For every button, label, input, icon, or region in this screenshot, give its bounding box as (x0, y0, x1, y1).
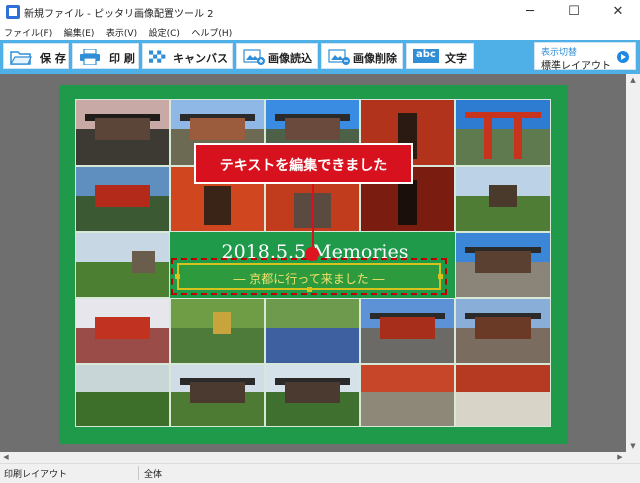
scroll-left-icon[interactable]: ◀ (0, 452, 12, 463)
save-label: 保 存 (40, 52, 66, 65)
scroll-up-icon[interactable]: ▲ (626, 74, 640, 86)
photo-forest[interactable] (75, 364, 170, 427)
image-delete-label: 画像削除 (353, 52, 397, 65)
callout-pointer-line (312, 182, 314, 250)
status-bar: 印刷レイアウト 全体 (0, 463, 640, 483)
photo-rock-garden[interactable] (455, 364, 551, 427)
text-button[interactable]: abc 文字 (406, 43, 474, 69)
horizontal-scrollbar[interactable]: ◀ ▶ (0, 452, 626, 463)
status-zoom: 全体 (144, 470, 163, 480)
view-mode-label: 標準レイアウト (541, 61, 611, 72)
callout-banner: テキストを編集できました (194, 143, 413, 184)
checker-icon (149, 50, 166, 63)
vertical-scrollbar[interactable]: ▲ ▼ (626, 74, 640, 452)
status-layout-mode: 印刷レイアウト (4, 470, 68, 480)
minimize-button[interactable]: ─ (508, 0, 552, 24)
image-delete-button[interactable]: 画像削除 (321, 43, 403, 69)
photo-kinkakuji[interactable] (170, 298, 265, 364)
play-icon (617, 51, 629, 63)
app-icon (6, 5, 20, 19)
abc-icon-label: abc (416, 49, 436, 60)
print-label: 印 刷 (109, 52, 135, 65)
printer-icon (80, 49, 100, 65)
photo-kiyomizu-1[interactable] (170, 364, 265, 427)
abc-icon: abc (413, 49, 439, 63)
menu-settings[interactable]: 設定(C) (145, 24, 184, 39)
photo-kitano-shrine[interactable] (455, 298, 551, 364)
menu-file[interactable]: ファイル(F) (0, 24, 56, 39)
photo-temple-gate[interactable] (455, 232, 551, 298)
photo-pagoda-garden[interactable] (455, 166, 551, 232)
photo-iris-pond[interactable] (265, 298, 360, 364)
photo-torii-gate[interactable] (455, 99, 551, 166)
photo-garden-hill[interactable] (75, 232, 170, 298)
photo-autumn-garden[interactable] (360, 364, 455, 427)
caption-text-box[interactable]: ― 京都に行って来ました ― (177, 263, 441, 290)
resize-handle-bottom[interactable] (307, 287, 312, 292)
canvas-label: キャンバス (173, 52, 228, 65)
menu-help[interactable]: ヘルプ(H) (187, 24, 236, 39)
window-title: 新規ファイル - ピッタリ画像配置ツール 2 (24, 9, 214, 20)
close-button[interactable]: ✕ (596, 0, 640, 24)
print-canvas[interactable]: 2018.5.5 Memories ― 京都に行って来ました ― テキストを編集… (59, 85, 568, 444)
photo-byodoin-1[interactable] (75, 99, 170, 166)
menu-view[interactable]: 表示(V) (102, 24, 141, 39)
scroll-down-icon[interactable]: ▼ (626, 440, 640, 452)
status-divider (138, 466, 139, 480)
toolbar: 保 存 印 刷 キャンバス 画像読込 画像削除 abc 文字 表示切替 標準レイ… (0, 40, 640, 74)
photo-shrine-hall[interactable] (360, 298, 455, 364)
resize-handle-right[interactable] (438, 274, 443, 279)
photo-kiyomizu-2[interactable] (265, 364, 360, 427)
image-read-label: 画像読込 (268, 52, 312, 65)
maximize-button[interactable]: ☐ (552, 0, 596, 24)
image-read-button[interactable]: 画像読込 (236, 43, 318, 69)
image-remove-icon (328, 49, 350, 65)
scroll-right-icon[interactable]: ▶ (614, 452, 626, 463)
print-button[interactable]: 印 刷 (72, 43, 139, 69)
menu-bar: ファイル(F) 編集(E) 表示(V) 設定(C) ヘルプ(H) (0, 24, 640, 40)
callout-pointer-dot (305, 247, 319, 261)
save-button[interactable]: 保 存 (3, 43, 69, 69)
photo-heian-shrine[interactable] (75, 166, 170, 232)
photo-red-pagoda[interactable] (75, 298, 170, 364)
folder-icon (10, 51, 32, 65)
scrollbar-corner (626, 452, 640, 463)
resize-handle-left[interactable] (175, 274, 180, 279)
text-label: 文字 (445, 52, 467, 65)
view-toggle-button[interactable]: 表示切替 標準レイアウト (534, 42, 636, 72)
menu-edit[interactable]: 編集(E) (60, 24, 99, 39)
text-selection-box[interactable]: ― 京都に行って来ました ― (171, 258, 447, 295)
canvas-button[interactable]: キャンバス (142, 43, 233, 69)
title-bar: 新規ファイル - ピッタリ画像配置ツール 2 ─ ☐ ✕ (0, 0, 640, 25)
callout-text: テキストを編集できました (219, 158, 388, 174)
caption-text[interactable]: ― 京都に行って来ました ― (179, 270, 439, 287)
image-add-icon (243, 49, 265, 65)
